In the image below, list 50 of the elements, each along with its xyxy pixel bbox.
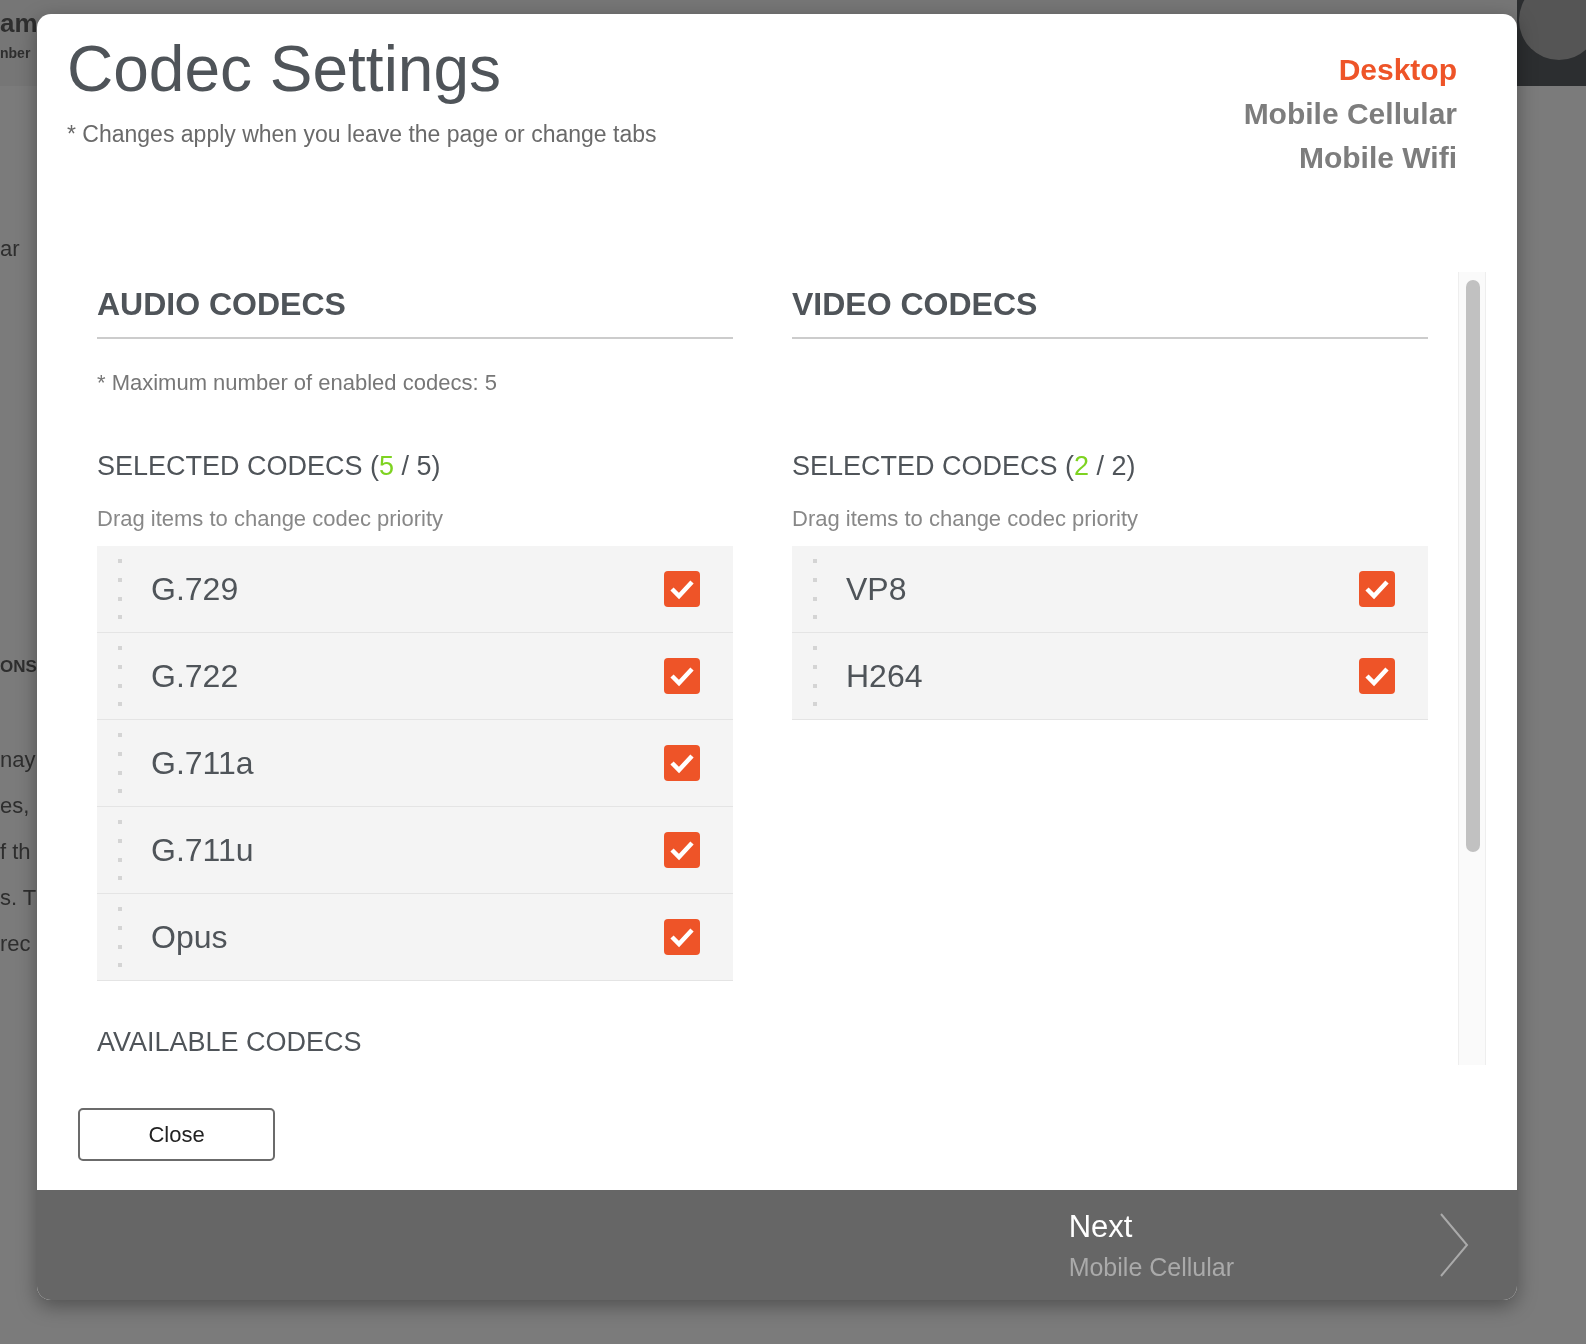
body-text: ar <box>0 236 21 262</box>
codec-checkbox[interactable] <box>664 832 700 868</box>
next-label: Next <box>1068 1208 1134 1245</box>
drag-handle-icon[interactable] <box>117 906 123 968</box>
codec-checkbox[interactable] <box>664 919 700 955</box>
drag-handle-icon[interactable] <box>812 645 818 707</box>
drag-handle-icon[interactable] <box>812 558 818 620</box>
codec-name: G.711u <box>151 831 255 869</box>
section-title: AUDIO CODECS <box>97 272 733 339</box>
body-text: f th <box>0 839 32 865</box>
body-text: rec <box>0 931 32 957</box>
available-codecs-heading: AVAILABLE CODECS <box>97 1027 363 1058</box>
scrollbar-thumb[interactable] <box>1466 280 1480 852</box>
page-title: am <box>0 8 37 39</box>
profile-tab[interactable]: Mobile Wifi <box>1298 136 1457 180</box>
codec-name: G.729 <box>151 570 240 608</box>
profile-tab[interactable]: Mobile Cellular <box>1243 92 1457 136</box>
dialog-note: * Changes apply when you leave the page or change tabs <box>67 121 657 149</box>
body-text: nay <box>0 747 37 773</box>
drag-handle-icon[interactable] <box>117 558 123 620</box>
section-heading: ONS <box>0 657 37 677</box>
codec-name: G.711a <box>151 744 255 782</box>
codec-limit-note: * Maximum number of enabled codecs: 5 <box>97 370 498 396</box>
drag-hint: Drag items to change codec priority <box>792 506 1140 532</box>
drag-handle-icon[interactable] <box>117 819 123 881</box>
body-text: s. T <box>0 885 37 911</box>
scrollbar-track[interactable] <box>1458 272 1486 1065</box>
codec-checkbox[interactable] <box>664 658 700 694</box>
page-subtitle: nber <box>0 45 32 61</box>
dialog-title: Codec Settings <box>67 36 503 104</box>
codec-name: H264 <box>846 657 924 695</box>
body-text: es, <box>0 793 31 819</box>
chevron-right-icon[interactable] <box>1439 1212 1469 1278</box>
codec-name: VP8 <box>846 570 908 608</box>
codec-checkbox[interactable] <box>1359 571 1395 607</box>
next-profile: Mobile Cellular <box>1068 1252 1234 1282</box>
profile-tab[interactable]: Desktop <box>1338 48 1457 92</box>
next-bar[interactable]: Next Mobile Cellular <box>37 1190 1517 1300</box>
close-button[interactable]: Close <box>78 1108 275 1161</box>
section-title: VIDEO CODECS <box>792 272 1428 339</box>
codec-checkbox[interactable] <box>664 571 700 607</box>
drag-handle-icon[interactable] <box>117 732 123 794</box>
selected-codecs-heading: SELECTED CODECS (5 / 5) <box>97 451 442 482</box>
drag-handle-icon[interactable] <box>117 645 123 707</box>
drag-hint: Drag items to change codec priority <box>97 506 445 532</box>
selected-codecs-heading: SELECTED CODECS (2 / 2) <box>792 451 1137 482</box>
codec-name: G.722 <box>151 657 240 695</box>
codec-checkbox[interactable] <box>664 745 700 781</box>
codec-name: Opus <box>151 918 229 956</box>
codec-checkbox[interactable] <box>1359 658 1395 694</box>
